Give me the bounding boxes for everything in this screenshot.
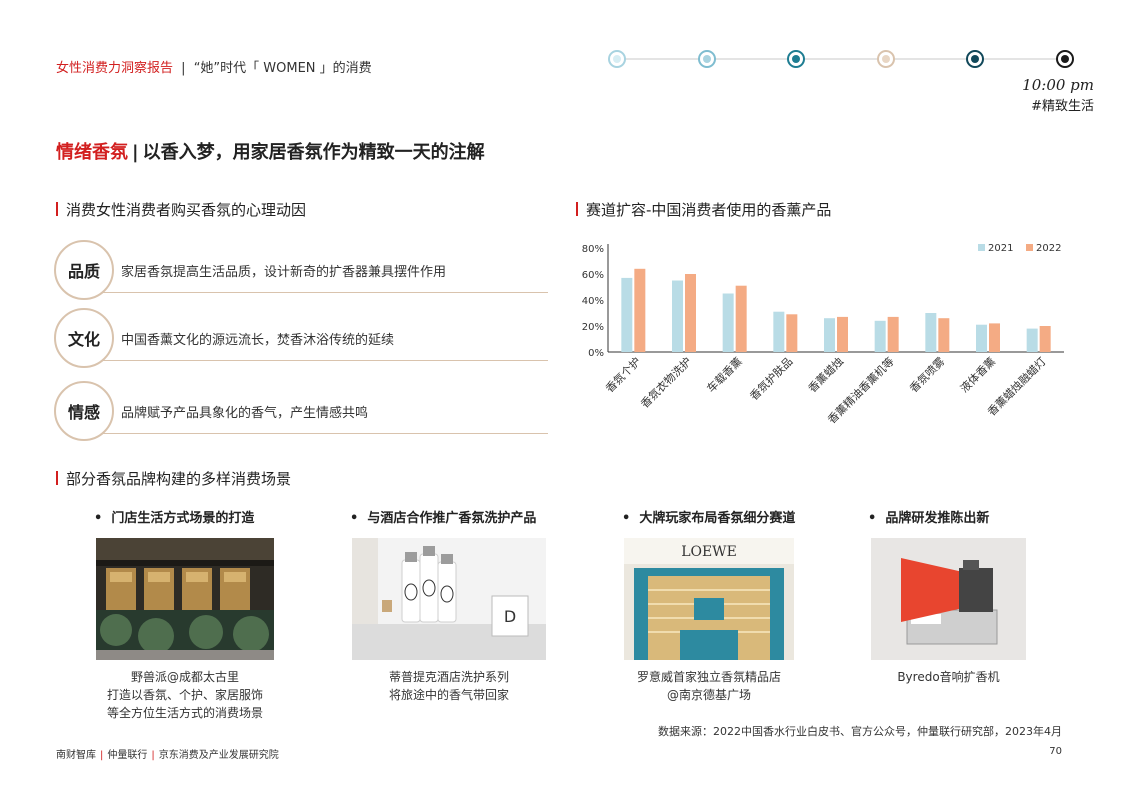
motive-text: 中国香薰文化的源远流长，焚香沐浴传统的延续 bbox=[121, 333, 395, 348]
storefront-photo bbox=[96, 538, 274, 660]
scene-title: • 大牌玩家布局香氛细分赛道 bbox=[622, 511, 796, 526]
scene-caption: 野兽派@成都太古里 打造以香氛、个护、家居服饰 等全方位生活方式的消费场景 bbox=[106, 670, 263, 720]
loewe-sign: LOEWE bbox=[681, 544, 737, 560]
y-tick-label: 60% bbox=[582, 270, 604, 281]
scene-title: • 与酒店合作推广香氛洗护产品 bbox=[350, 511, 537, 526]
chart-section-title: 赛道扩容-中国消费者使用的香薰产品 bbox=[576, 199, 831, 220]
motive-label: 文化 bbox=[54, 308, 114, 368]
scene-title: • 门店生活方式场景的打造 bbox=[94, 511, 255, 526]
x-tick-label: 香氛喷雾 bbox=[907, 355, 947, 395]
title-bar: | bbox=[132, 142, 139, 163]
timeline-dot bbox=[787, 50, 806, 68]
motive-emotion: 情感 品牌赋予产品具象化的香气，产生情感共鸣 bbox=[54, 381, 548, 443]
svg-text:D: D bbox=[504, 607, 516, 626]
y-tick-label: 20% bbox=[582, 322, 604, 333]
chart-svg: 0%20%40%60%80%香氛个护香氛衣物洗护 车载香薰 香氛护肤品 香薰蜡烛香薰精… bbox=[582, 243, 1064, 426]
motive-divider bbox=[94, 292, 548, 293]
bar-2022 bbox=[887, 316, 899, 352]
x-tick-label: 液体香薰 bbox=[957, 354, 998, 395]
timeline-dot bbox=[966, 50, 985, 68]
bar-2021 bbox=[824, 318, 835, 352]
y-tick-label: 40% bbox=[582, 296, 604, 307]
bar-2022 bbox=[837, 316, 848, 352]
bar-2022 bbox=[938, 318, 950, 352]
motive-divider bbox=[94, 433, 548, 434]
scenes-section-title: 部分香氛品牌构建的多样消费场景 bbox=[56, 468, 291, 489]
scene-title: • 品牌研发推陈出新 bbox=[868, 511, 990, 526]
motive-culture: 文化 中国香薰文化的源远流长，焚香沐浴传统的延续 bbox=[54, 308, 548, 370]
footer-org: 京东消费及产业发展研究院 bbox=[158, 750, 279, 761]
loewe-store-photo: LOEWE bbox=[624, 538, 794, 660]
scene-caption: 蒂普提克酒店洗护系列 将旅途中的香气带回家 bbox=[388, 670, 509, 702]
footer-orgs: 南财智库 | 仲量联行 | 京东消费及产业发展研究院 bbox=[56, 750, 279, 761]
footer-org: 仲量联行 bbox=[107, 750, 148, 761]
bar-2021 bbox=[925, 313, 937, 352]
legend-label: 2022 bbox=[1036, 243, 1061, 254]
scene-caption: 罗意威首家独立香氛精品店 @南京德基广场 bbox=[636, 670, 781, 702]
byredo-diffuser-photo bbox=[871, 538, 1026, 660]
timeline-dot bbox=[608, 50, 626, 68]
motive-label: 品质 bbox=[54, 240, 114, 300]
x-tick-label: 车载香薰 bbox=[704, 354, 745, 395]
bar-2021 bbox=[621, 277, 633, 352]
legend-label: 2021 bbox=[988, 243, 1013, 254]
timeline bbox=[608, 48, 1078, 70]
footer-org: 南财智库 bbox=[56, 750, 96, 761]
title-keyword: 情绪香氛 bbox=[56, 142, 128, 163]
x-tick-label: 香氛护肤品 bbox=[747, 354, 796, 403]
legend-swatch bbox=[1026, 244, 1033, 251]
scene-loewe: • 大牌玩家布局香氛细分赛道 bbox=[622, 507, 795, 526]
scene-byredo: • 品牌研发推陈出新 bbox=[868, 507, 989, 526]
bar-2021 bbox=[773, 311, 785, 352]
motive-text: 品牌赋予产品具象化的香气，产生情感共鸣 bbox=[121, 406, 369, 421]
bar-2021 bbox=[722, 293, 734, 352]
x-tick-label: 香氛衣物洗护 bbox=[638, 354, 695, 411]
timeline-dot bbox=[697, 50, 716, 68]
report-subtitle: “她”时代「 WOMEN 」的消费 bbox=[193, 61, 372, 76]
report-name: 女性消费力洞察报告 bbox=[56, 61, 174, 76]
bar-2021 bbox=[1026, 328, 1038, 352]
page-title: 情绪香氛 | 以香入梦，用家居香氛作为精致一天的注解 bbox=[56, 138, 485, 164]
motive-divider bbox=[94, 360, 548, 361]
bar-chart: 0% 20% 40% 60% 80% 香氛个护 香氛衣物洗护 车载香薰 香氛护肤品 香薰蜡烛 香薰精… bbox=[570, 232, 1070, 442]
bar-2022 bbox=[1039, 326, 1051, 352]
motive-text: 家居香氛提高生活品质，设计新奇的扩香器兼具摆件作用 bbox=[121, 265, 447, 280]
bar-2022 bbox=[634, 268, 646, 352]
scene-store: • 门店生活方式场景的打造 bbox=[94, 507, 254, 526]
x-tick-label: 香氛个护 bbox=[602, 354, 643, 395]
page-number: 70 bbox=[1049, 746, 1062, 757]
report-header: 女性消费力洞察报告 | “她”时代「 WOMEN 」的消费 bbox=[56, 57, 372, 76]
bar-2021 bbox=[874, 320, 886, 352]
hotel-toiletries-photo: D bbox=[352, 538, 546, 660]
timeline-dot bbox=[876, 50, 895, 68]
bar-2022 bbox=[735, 285, 747, 352]
y-tick-label: 0% bbox=[588, 348, 604, 359]
timeline-line bbox=[616, 58, 1070, 60]
data-source: 数据来源：2022中国香水行业白皮书、官方公众号，仲量联行研究部，2023年4月 bbox=[658, 725, 1062, 738]
bar-2021 bbox=[976, 324, 987, 352]
legend-swatch bbox=[978, 244, 985, 251]
time-label: 10:00 pm bbox=[1022, 76, 1094, 94]
motive-label: 情感 bbox=[54, 381, 114, 441]
motive-quality: 品质 家居香氛提高生活品质，设计新奇的扩香器兼具摆件作用 bbox=[54, 240, 548, 302]
scene-hotel: • 与酒店合作推广香氛洗护产品 bbox=[350, 507, 536, 526]
x-tick-label: 香薰蜡烛 bbox=[805, 354, 846, 395]
header-separator: | bbox=[181, 61, 186, 76]
bar-2021 bbox=[672, 280, 683, 352]
bar-2022 bbox=[989, 323, 1000, 352]
y-tick-label: 80% bbox=[582, 244, 604, 255]
bar-2022 bbox=[685, 274, 696, 352]
timeline-dot bbox=[1056, 50, 1074, 68]
title-text: 以香入梦，用家居香氛作为精致一天的注解 bbox=[142, 142, 485, 163]
bar-2022 bbox=[786, 314, 798, 352]
time-tag: #精致生活 bbox=[1031, 99, 1094, 114]
scene-caption: Byredo音响扩香机 bbox=[897, 670, 1000, 684]
motives-section-title: 消费女性消费者购买香氛的心理动因 bbox=[56, 199, 306, 220]
